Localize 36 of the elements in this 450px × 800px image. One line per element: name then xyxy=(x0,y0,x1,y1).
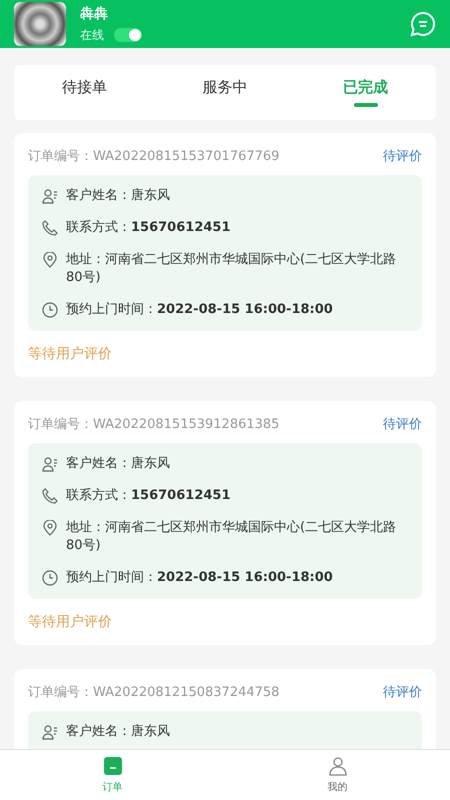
person-icon xyxy=(42,188,58,204)
location-pin-icon xyxy=(42,520,58,536)
detail-text: 地址：河南省二七区郑州市华城国际中心(二七区大学北路80号) xyxy=(66,251,398,287)
detail-text: 客户姓名：唐东风 xyxy=(66,723,170,741)
detail-text: 联系方式：15670612451 xyxy=(66,219,230,237)
order-status: 待评价 xyxy=(383,684,422,701)
order-number: 订单编号：WA20220815153701767769 xyxy=(28,148,280,165)
footer-note: 等待用户评价 xyxy=(28,345,113,363)
avatar-image xyxy=(14,2,66,46)
status-label: 在线 xyxy=(80,26,104,44)
detail-text: 客户姓名：唐东风 xyxy=(66,187,170,205)
online-toggle[interactable] xyxy=(114,28,142,42)
order-number: 订单编号：WA20220815153912861385 xyxy=(28,416,280,433)
detail-text: 联系方式：15670612451 xyxy=(66,487,230,505)
person-icon xyxy=(328,756,348,776)
clock-icon xyxy=(42,302,58,318)
detail-text: 预约上门时间：2022-08-15 16:00-18:00 xyxy=(66,301,333,319)
status-tab[interactable]: 待接单 xyxy=(14,65,155,120)
order-status: 待评价 xyxy=(383,148,422,165)
document-icon xyxy=(102,756,122,776)
message-icon[interactable] xyxy=(410,11,436,37)
order-status: 待评价 xyxy=(383,416,422,433)
status-tab[interactable]: 服务中 xyxy=(154,65,296,120)
phone-icon xyxy=(42,488,58,504)
detail-text: 客户姓名：唐东风 xyxy=(66,455,170,473)
user-name: 犇犇 xyxy=(80,4,109,22)
order-number: 订单编号：WA20220812150837244758 xyxy=(28,684,280,701)
detail-text: 地址：河南省二七区郑州市华城国际中心(二七区大学北路80号) xyxy=(66,519,398,555)
person-icon xyxy=(42,456,58,472)
detail-text: 预约上门时间：2022-08-15 16:00-18:00 xyxy=(66,569,333,587)
phone-icon xyxy=(42,220,58,236)
footer-note: 等待用户评价 xyxy=(28,613,113,631)
nav-item[interactable]: 我的 xyxy=(225,750,450,800)
person-icon xyxy=(42,724,58,740)
clock-icon xyxy=(42,570,58,586)
location-pin-icon xyxy=(42,252,58,268)
